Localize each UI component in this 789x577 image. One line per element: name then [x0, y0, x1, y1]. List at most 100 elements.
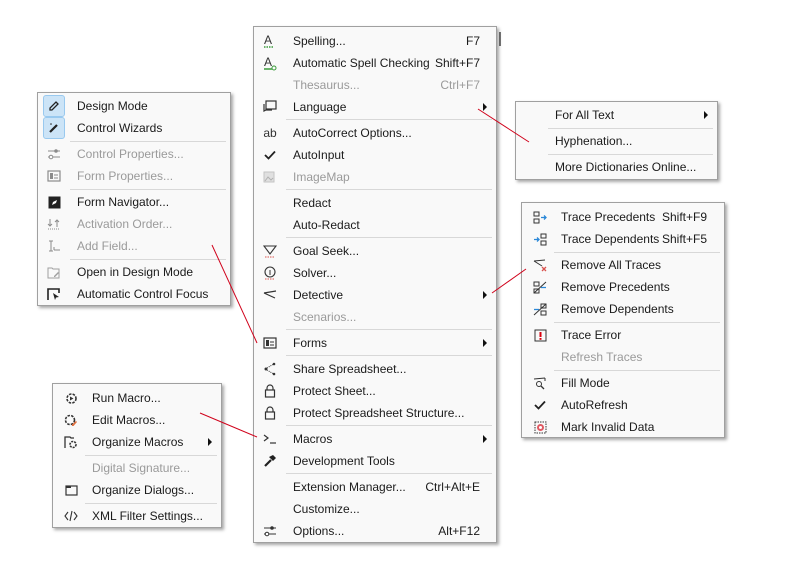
add-field-icon — [46, 238, 62, 254]
menu-item-label: Organize Macros — [92, 435, 184, 449]
submenu-arrow-icon — [483, 291, 487, 299]
menu-item-run-macro[interactable]: Run Macro... — [53, 387, 221, 409]
menu-item-remove-all-traces[interactable]: Remove All Traces — [522, 254, 724, 276]
menu-item-autoinput[interactable]: AutoInput — [254, 144, 496, 166]
menu-item-organize-dialogs[interactable]: Organize Dialogs... — [53, 479, 221, 501]
menu-item-extension-manager[interactable]: Extension Manager... Ctrl+Alt+E — [254, 476, 496, 498]
menu-item-goal-seek[interactable]: Goal Seek... — [254, 240, 496, 262]
menu-item-label: Open in Design Mode — [77, 265, 194, 279]
menu-item-mark-invalid-data[interactable]: Mark Invalid Data — [522, 416, 724, 438]
menu-item-fill-mode[interactable]: Fill Mode — [522, 372, 724, 394]
menu-item-trace-precedents[interactable]: Trace Precedents Shift+F9 — [522, 206, 724, 228]
submenu-arrow-icon — [483, 435, 487, 443]
menu-item-refresh-traces[interactable]: Refresh Traces — [522, 346, 724, 368]
control-properties-icon — [46, 146, 62, 162]
menu-item-organize-macros[interactable]: Organize Macros — [53, 431, 221, 453]
forms-icon — [262, 335, 278, 351]
menu-item-remove-precedents[interactable]: Remove Precedents — [522, 276, 724, 298]
menu-item-label: AutoInput — [293, 148, 345, 162]
menu-item-activation-order[interactable]: Activation Order... — [38, 213, 230, 235]
menu-item-automatic-spell-checking[interactable]: A Automatic Spell Checking Shift+F7 — [254, 52, 496, 74]
lock-icon — [262, 383, 278, 399]
menu-item-edit-macros[interactable]: Edit Macros... — [53, 409, 221, 431]
menu-item-for-all-text[interactable]: For All Text — [516, 104, 717, 126]
menu-item-control-wizards[interactable]: Control Wizards — [38, 117, 230, 139]
menu-item-detective[interactable]: Detective — [254, 284, 496, 306]
menu-item-options[interactable]: Options... Alt+F12 — [254, 520, 496, 542]
menu-item-autocorrect-options[interactable]: ab AutoCorrect Options... — [254, 122, 496, 144]
menu-item-label: Add Field... — [77, 239, 138, 253]
menu-item-label: Refresh Traces — [561, 350, 643, 364]
menu-item-forms[interactable]: Forms — [254, 332, 496, 354]
menu-item-form-navigator[interactable]: Form Navigator... — [38, 191, 230, 213]
menu-item-remove-dependents[interactable]: Remove Dependents — [522, 298, 724, 320]
menu-item-development-tools[interactable]: Development Tools — [254, 450, 496, 472]
trace-dependents-icon — [532, 231, 548, 247]
menu-item-label: ImageMap — [293, 170, 350, 184]
menu-item-autorefresh[interactable]: AutoRefresh — [522, 394, 724, 416]
menu-item-customize[interactable]: Customize... — [254, 498, 496, 520]
menu-item-label: Detective — [293, 288, 344, 302]
language-icon — [262, 99, 278, 115]
menu-item-label: More Dictionaries Online... — [555, 160, 697, 174]
menu-item-digital-signature[interactable]: Digital Signature... — [53, 457, 221, 479]
menu-separator — [286, 237, 492, 238]
menu-item-scenarios[interactable]: Scenarios... — [254, 306, 496, 328]
menu-item-label: Organize Dialogs... — [92, 483, 195, 497]
menu-item-auto-redact[interactable]: Auto-Redact — [254, 214, 496, 236]
menu-item-share-spreadsheet[interactable]: Share Spreadsheet... — [254, 358, 496, 380]
design-mode-icon — [46, 98, 62, 114]
menu-item-label: Remove Precedents — [561, 280, 670, 294]
menu-item-label: AutoRefresh — [561, 398, 628, 412]
menu-item-xml-filter-settings[interactable]: XML Filter Settings... — [53, 505, 221, 527]
menu-item-spelling[interactable]: A Spelling... F7 — [254, 30, 496, 52]
options-icon — [262, 523, 278, 539]
activation-order-icon — [46, 216, 62, 232]
menu-item-design-mode[interactable]: Design Mode — [38, 95, 230, 117]
autocorrect-icon: ab — [263, 126, 277, 140]
menu-item-protect-sheet[interactable]: Protect Sheet... — [254, 380, 496, 402]
menu-item-label: Language — [293, 100, 347, 114]
menu-item-control-properties[interactable]: Control Properties... — [38, 143, 230, 165]
menu-item-label: Auto-Redact — [293, 218, 360, 232]
menu-item-redact[interactable]: Redact — [254, 192, 496, 214]
menu-separator — [286, 119, 492, 120]
menu-item-hyphenation[interactable]: Hyphenation... — [516, 130, 717, 152]
menu-item-more-dictionaries-online[interactable]: More Dictionaries Online... — [516, 156, 717, 178]
menu-item-protect-spreadsheet-structure[interactable]: Protect Spreadsheet Structure... — [254, 402, 496, 424]
menu-item-macros[interactable]: Macros — [254, 428, 496, 450]
submenu-arrow-icon — [483, 103, 487, 111]
menu-item-imagemap[interactable]: ImageMap — [254, 166, 496, 188]
menu-item-label: Goal Seek... — [293, 244, 360, 258]
menu-item-thesaurus[interactable]: Thesaurus... Ctrl+F7 — [254, 74, 496, 96]
menu-item-label: Solver... — [293, 266, 337, 280]
menu-item-label: Spelling... — [293, 34, 346, 48]
mark-invalid-icon — [532, 419, 548, 435]
menu-item-shortcut: F7 — [465, 34, 480, 48]
menu-item-label: Scenarios... — [293, 310, 357, 324]
edit-macros-icon — [63, 412, 79, 428]
background-fragment — [499, 32, 501, 46]
menu-item-label: Control Properties... — [77, 147, 184, 161]
menu-item-label: Share Spreadsheet... — [293, 362, 407, 376]
menu-item-label: Form Navigator... — [77, 195, 170, 209]
menu-item-automatic-control-focus[interactable]: Automatic Control Focus — [38, 283, 230, 305]
macros-submenu: Run Macro... Edit Macros... Organize Mac… — [52, 383, 222, 528]
menu-separator — [286, 425, 492, 426]
menu-item-label: Form Properties... — [77, 169, 174, 183]
menu-item-open-in-design-mode[interactable]: Open in Design Mode — [38, 261, 230, 283]
menu-item-trace-dependents[interactable]: Trace Dependents Shift+F5 — [522, 228, 724, 250]
menu-item-add-field[interactable]: Add Field... — [38, 235, 230, 257]
menu-item-language[interactable]: Language — [254, 96, 496, 118]
menu-item-form-properties[interactable]: Form Properties... — [38, 165, 230, 187]
menu-item-trace-error[interactable]: Trace Error — [522, 324, 724, 346]
menu-item-label: Automatic Control Focus — [77, 287, 209, 301]
menu-item-label: AutoCorrect Options... — [293, 126, 412, 140]
open-design-mode-icon — [46, 264, 62, 280]
run-macro-icon — [63, 390, 79, 406]
submenu-arrow-icon — [208, 438, 212, 446]
auto-control-focus-icon — [46, 286, 62, 302]
menu-item-solver[interactable]: Solver... — [254, 262, 496, 284]
submenu-arrow-icon — [704, 111, 708, 119]
menu-item-label: Remove All Traces — [561, 258, 662, 272]
